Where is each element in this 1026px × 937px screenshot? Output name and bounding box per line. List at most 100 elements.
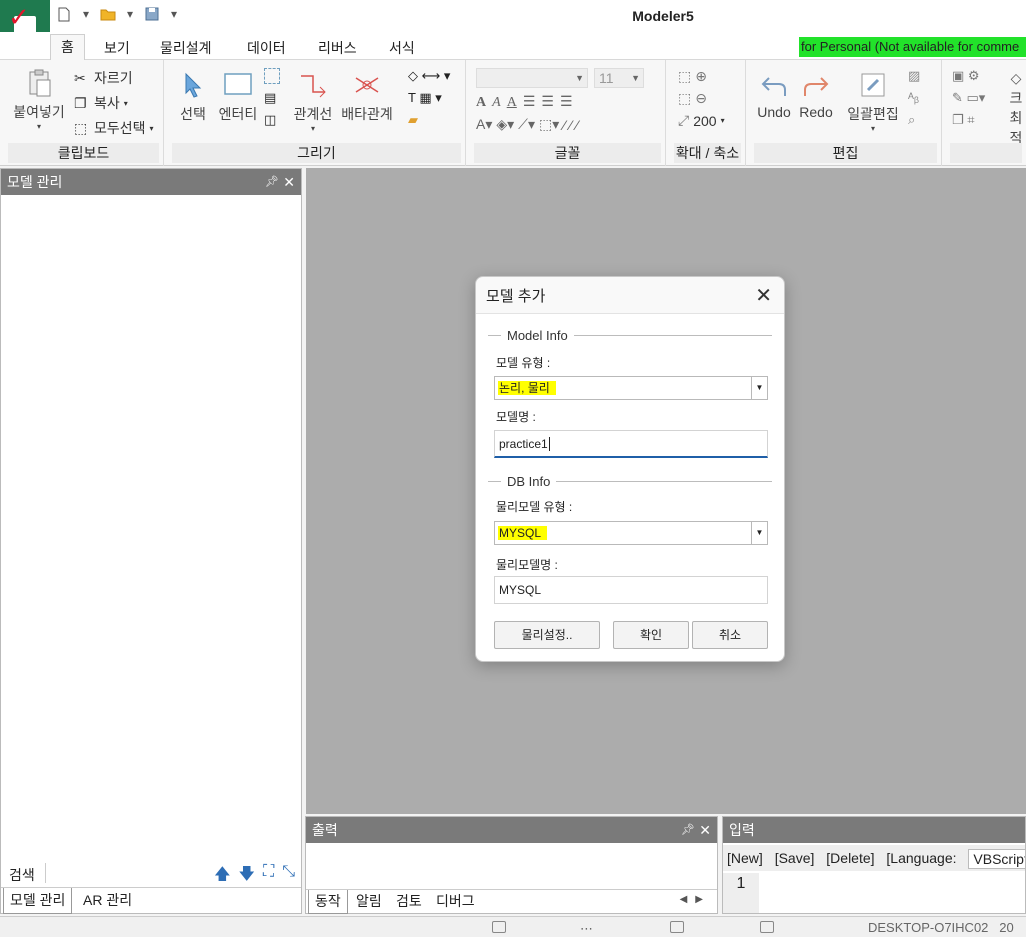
- line-color-icon[interactable]: ⟋▾: [518, 116, 535, 133]
- model-info-legend: Model Info: [501, 328, 574, 343]
- tab-format[interactable]: 서식: [379, 36, 425, 60]
- language-select[interactable]: VBScript: [968, 849, 1025, 870]
- zoom-dropdown-icon[interactable]: ▾: [721, 116, 725, 125]
- align-left-icon[interactable]: ☰: [523, 94, 536, 111]
- close-icon[interactable]: ✕: [699, 817, 711, 843]
- pin-icon[interactable]: 📌︎: [681, 817, 695, 843]
- zoom-fit-icon[interactable]: ⬚: [678, 68, 691, 85]
- tab-scroll-arrows-icon[interactable]: ◀▶: [680, 894, 711, 905]
- status-grid-icon[interactable]: [760, 921, 774, 933]
- tab-notification[interactable]: 알림: [350, 890, 388, 914]
- tab-reverse[interactable]: 리버스: [308, 36, 367, 60]
- align-center-icon[interactable]: ☰: [541, 94, 554, 111]
- select-all-button[interactable]: ⬚ 모두선택 ▾: [74, 118, 154, 138]
- underline-icon[interactable]: A: [507, 95, 517, 111]
- align-right-icon[interactable]: ☰: [560, 94, 573, 111]
- eyedropper-fill-icon[interactable]: ⁄: [570, 117, 572, 133]
- paste-dropdown-icon[interactable]: ▾: [8, 122, 70, 131]
- physical-type-select[interactable]: MYSQL ▼: [494, 521, 768, 545]
- tab-model-manager[interactable]: 모델 관리: [3, 888, 73, 914]
- pin-icon[interactable]: 📌︎: [265, 169, 279, 195]
- arrow-up-icon[interactable]: 🡅: [214, 863, 230, 890]
- select-tool-button[interactable]: 선택: [174, 70, 212, 124]
- physical-name-input[interactable]: MYSQL: [494, 576, 768, 604]
- tab-physical-design[interactable]: 물리설계: [150, 36, 222, 60]
- cut-button[interactable]: ✂ 자르기: [74, 68, 133, 88]
- tab-view[interactable]: 보기: [94, 36, 140, 60]
- zoom-out-icon[interactable]: ⊖: [695, 90, 707, 107]
- copy-dropdown-icon[interactable]: ▾: [124, 99, 128, 108]
- batch-edit-dropdown-icon[interactable]: ▾: [844, 124, 902, 133]
- bold-icon[interactable]: A: [476, 95, 486, 111]
- font-family-combo[interactable]: ▼: [476, 68, 588, 88]
- redo-button[interactable]: Redo: [796, 70, 836, 120]
- exclusive-relation-label: 배타관계: [341, 106, 393, 122]
- cut-label: 자르기: [94, 70, 133, 86]
- font-size-combo[interactable]: 11 ▼: [594, 68, 644, 88]
- zoom-level[interactable]: ⤢ 200 ▾: [678, 112, 725, 129]
- status-selection-icon[interactable]: [670, 921, 684, 933]
- find-icon[interactable]: ⌕: [908, 112, 924, 128]
- tool-row-2-icon[interactable]: ✎ ▭▾: [952, 90, 992, 106]
- paste-button[interactable]: 붙여넣기 ▾: [8, 68, 70, 131]
- status-connector-icon[interactable]: ⋯: [580, 921, 594, 936]
- text-table-icon[interactable]: T ▦ ▾: [408, 90, 458, 106]
- batch-edit-button[interactable]: 일괄편집 ▾: [844, 70, 902, 133]
- tab-data[interactable]: 데이터: [237, 36, 296, 60]
- fill-color-icon[interactable]: ◈▾: [496, 116, 514, 133]
- shape-style-icon[interactable]: ◇ ⟷ ▾: [408, 68, 458, 84]
- arrow-down-icon[interactable]: 🡇: [239, 863, 255, 890]
- new-script-button[interactable]: [New]: [727, 850, 763, 866]
- model-manager-panel: 모델 관리 📌︎ ✕ 검색 🡅 🡇 ⛶ ⤡ 모델 관리 AR 관리: [0, 168, 302, 914]
- tab-home[interactable]: 홈: [50, 34, 85, 61]
- font-size-dropdown-icon[interactable]: ▼: [631, 69, 640, 87]
- undo-button[interactable]: Undo: [754, 70, 794, 120]
- chevron-down-icon[interactable]: ▼: [751, 377, 767, 399]
- entity-tool-button[interactable]: 엔터티: [216, 70, 260, 124]
- cancel-button[interactable]: 취소: [692, 621, 768, 649]
- tab-ar-manager[interactable]: AR 관리: [77, 888, 138, 914]
- chevron-down-icon[interactable]: ▼: [751, 522, 767, 544]
- italic-icon[interactable]: A: [492, 95, 501, 111]
- zoom-page-icon[interactable]: ⬚: [678, 90, 691, 107]
- close-icon[interactable]: ✕: [283, 169, 295, 195]
- collapse-all-icon[interactable]: ⤡: [282, 863, 295, 890]
- relation-line-dropdown-icon[interactable]: ▾: [290, 124, 336, 133]
- tool-row-3-icon[interactable]: ❐ ⌗: [952, 112, 992, 128]
- ribbon-group-overflow: ▣ ⚙ ✎ ▭▾ ❐ ⌗ ◇ 크 최적: [946, 60, 1026, 166]
- zoom-in-icon[interactable]: ⊕: [695, 68, 707, 85]
- model-type-select[interactable]: 논리, 물리 ▼: [494, 376, 768, 400]
- status-diagram-icon[interactable]: [492, 921, 506, 933]
- delete-script-button[interactable]: [Delete]: [826, 850, 874, 866]
- relation-line-button[interactable]: 관계선 ▾: [290, 70, 336, 133]
- save-script-button[interactable]: [Save]: [775, 850, 815, 866]
- tab-action[interactable]: 동작: [308, 890, 348, 914]
- overflow-label-a: 크: [1009, 90, 1023, 106]
- search-label[interactable]: 검색: [9, 865, 35, 885]
- model-name-input[interactable]: practice1: [494, 430, 768, 458]
- tab-debug[interactable]: 디버그: [430, 890, 481, 914]
- zoom-fit-tools: ⬚ ⊕: [678, 68, 707, 85]
- line-style-icon[interactable]: ⬚▾: [539, 116, 559, 133]
- dialog-close-icon[interactable]: ✕: [755, 283, 772, 308]
- replace-text-icon[interactable]: ᴬᵦ: [908, 90, 924, 106]
- font-color-icon[interactable]: A▾: [476, 116, 492, 133]
- overflow-button[interactable]: ◇ 크 최적: [1006, 68, 1026, 148]
- output-title: 출력: [312, 822, 338, 838]
- select-all-dropdown-icon[interactable]: ▾: [150, 124, 154, 133]
- rectangle-tool-icon[interactable]: [264, 68, 280, 84]
- image-icon[interactable]: ▨: [908, 68, 924, 84]
- physical-settings-button[interactable]: 물리설정..: [494, 621, 600, 649]
- tool-row-1-icon[interactable]: ▣ ⚙: [952, 68, 992, 84]
- eyedropper-icon[interactable]: ⁄: [563, 117, 565, 133]
- copy-button[interactable]: ❐ 복사 ▾: [74, 93, 128, 113]
- comment-icon[interactable]: ▰: [408, 112, 424, 128]
- exclusive-relation-button[interactable]: 배타관계: [338, 70, 396, 124]
- note-tool-icon[interactable]: ▤: [264, 90, 280, 106]
- eyedropper-line-icon[interactable]: ⁄: [576, 117, 578, 133]
- ok-button[interactable]: 확인: [613, 621, 689, 649]
- font-family-dropdown-icon[interactable]: ▼: [575, 69, 584, 87]
- tab-review[interactable]: 검토: [390, 890, 428, 914]
- expand-all-icon[interactable]: ⛶: [263, 863, 274, 890]
- split-view-icon[interactable]: ◫: [264, 112, 280, 128]
